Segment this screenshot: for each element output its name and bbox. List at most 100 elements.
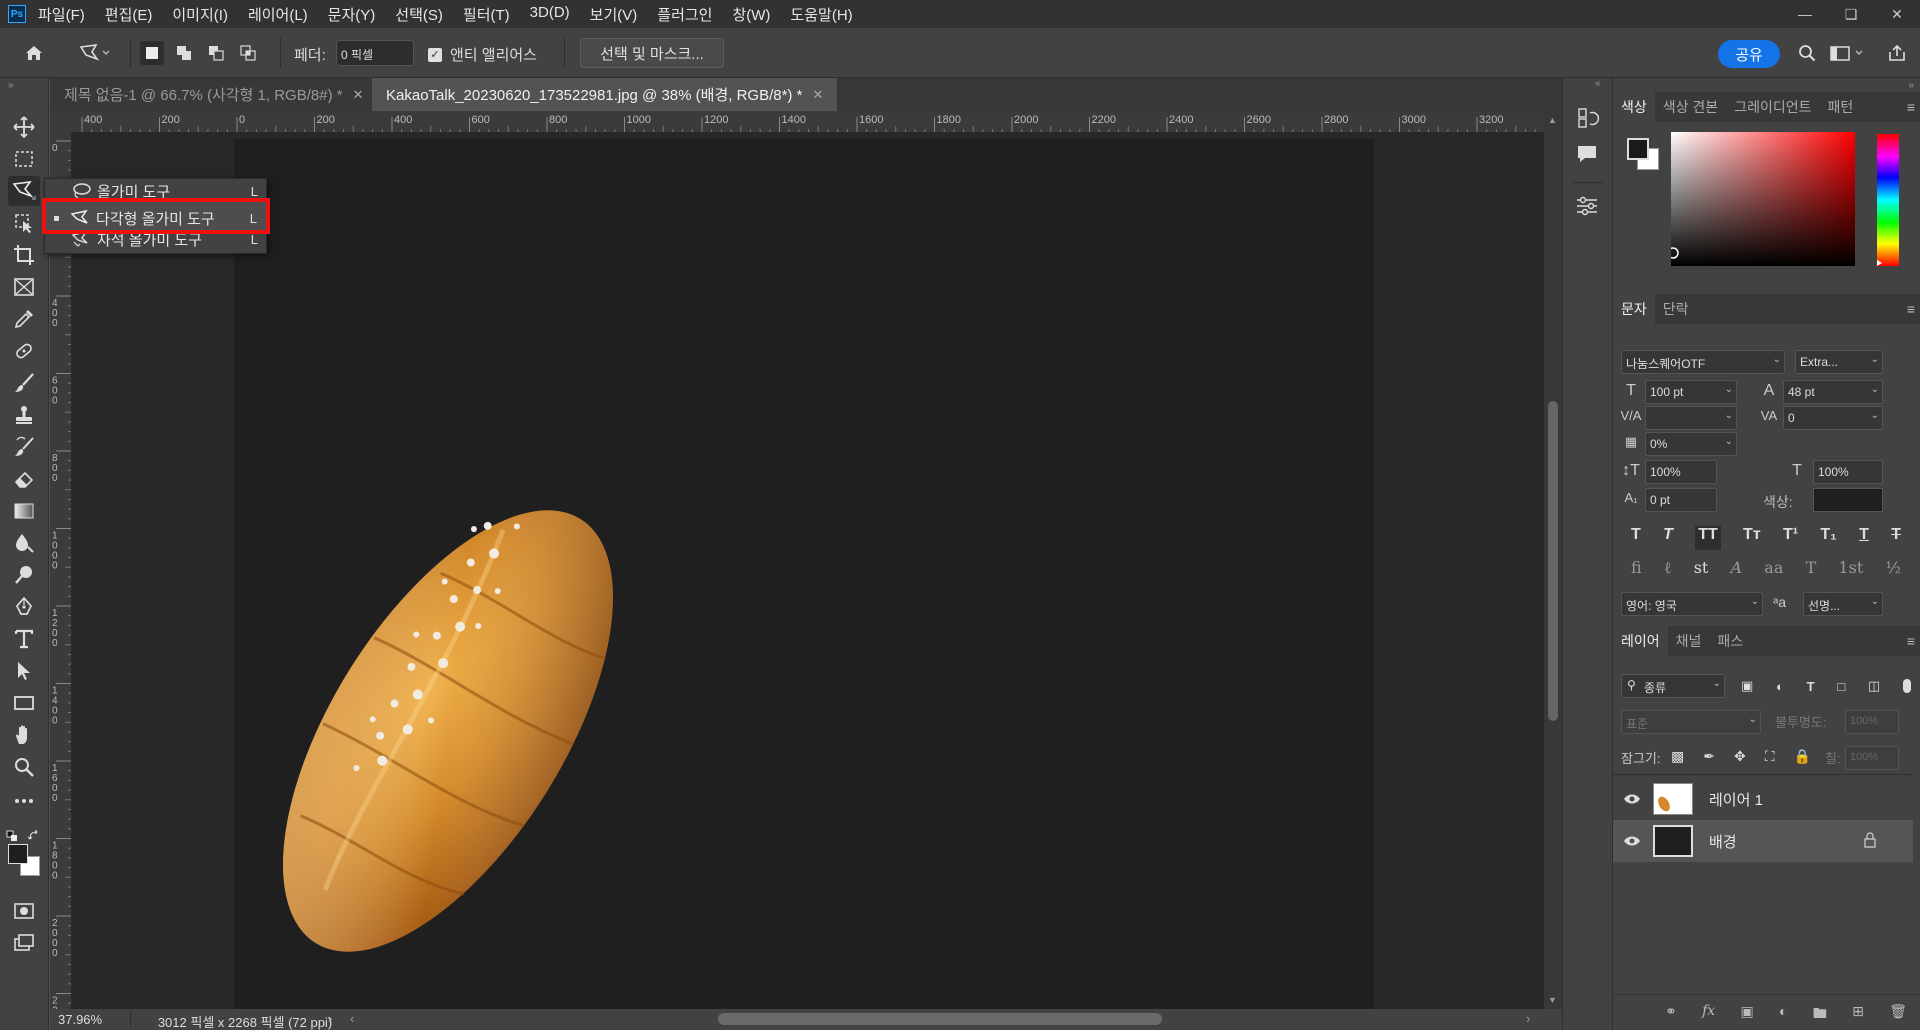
menu-item[interactable]: 플러그인 <box>657 4 712 25</box>
panel-collapse-icon[interactable]: » <box>1908 80 1914 91</box>
move-tool-icon[interactable] <box>8 112 40 142</box>
tracking-field[interactable]: 0 ⌄ <box>1783 406 1883 430</box>
layer-style-icon[interactable]: fx <box>1702 1003 1715 1027</box>
subtract-from-selection-icon[interactable] <box>204 41 228 65</box>
tab-untitled-1[interactable]: 제목 없음-1 @ 66.7% (사각형 1, RGB/8#) * ✕ <box>50 78 378 111</box>
panel-menu-icon[interactable]: ≡ <box>1907 99 1915 115</box>
eyedropper-tool-icon[interactable] <box>8 304 40 334</box>
canvas-area[interactable] <box>72 133 1544 1009</box>
font-size-field[interactable]: 100 pt ⌄ <box>1645 380 1737 404</box>
menu-item[interactable]: 문자(Y) <box>328 4 376 25</box>
font-family-select[interactable]: 나눔스퀘어OTF ⌄ <box>1621 350 1785 374</box>
pen-tool-icon[interactable] <box>8 592 40 622</box>
underline-icon[interactable]: T <box>1859 526 1869 550</box>
subscript-icon[interactable]: T₁ <box>1820 526 1836 550</box>
screen-mode-icon[interactable] <box>8 928 40 958</box>
more-tools-icon[interactable] <box>8 786 40 816</box>
stylistic-alternates-icon[interactable]: aa <box>1764 558 1783 582</box>
ordinals-icon[interactable]: 1st <box>1838 558 1863 582</box>
hue-slider[interactable] <box>1877 134 1899 266</box>
color-swatches[interactable] <box>8 844 42 878</box>
leading-field[interactable]: 48 pt ⌄ <box>1783 380 1883 404</box>
blend-mode-select[interactable]: 표준 ⌄ <box>1621 710 1761 734</box>
visibility-eye-icon[interactable] <box>1623 835 1641 847</box>
tab-close-icon[interactable]: ✕ <box>812 87 823 103</box>
filter-type-icon[interactable]: T <box>1807 679 1815 694</box>
tab-color[interactable]: 색상 <box>1613 92 1655 122</box>
quick-mask-icon[interactable] <box>8 896 40 926</box>
scroll-right-icon[interactable]: › <box>1526 1011 1530 1026</box>
scroll-down-icon[interactable]: ▼ <box>1548 995 1557 1005</box>
menu-item[interactable]: 도움말(H) <box>790 4 852 25</box>
add-to-selection-icon[interactable] <box>172 41 196 65</box>
filter-smart-object-icon[interactable]: ◫ <box>1868 678 1880 694</box>
layer-row-background[interactable]: 배경 <box>1613 820 1913 862</box>
vertical-scroll-thumb[interactable] <box>1548 401 1558 721</box>
status-menu-arrow-icon[interactable]: › <box>328 1011 332 1026</box>
ligatures-icon[interactable]: fi <box>1631 558 1642 582</box>
minimize-icon[interactable]: — <box>1782 0 1828 28</box>
superscript-icon[interactable]: T¹ <box>1783 526 1798 550</box>
menu-item[interactable]: 편집(E) <box>105 4 153 25</box>
tab-swatches[interactable]: 색상 견본 <box>1655 97 1726 117</box>
menu-item[interactable]: 3D(D) <box>530 4 570 25</box>
collapse-arrows-icon[interactable]: » <box>8 80 14 91</box>
horizontal-scale-field[interactable]: 100% <box>1813 460 1883 484</box>
add-mask-icon[interactable]: ▣ <box>1740 1003 1753 1027</box>
opacity-field[interactable]: 100% <box>1845 710 1899 734</box>
color-field[interactable] <box>1671 132 1855 266</box>
home-icon[interactable] <box>20 40 48 66</box>
healing-brush-tool-icon[interactable] <box>8 336 40 366</box>
layer-row-layer-1[interactable]: 레이어 1 <box>1613 778 1913 820</box>
foreground-color-swatch[interactable] <box>8 844 28 864</box>
menu-item[interactable]: 선택(S) <box>395 4 443 25</box>
feather-input[interactable]: 0 픽셀 <box>336 40 414 66</box>
intersect-selection-icon[interactable] <box>236 41 260 65</box>
tab-paths[interactable]: 패스 <box>1709 631 1751 651</box>
zoom-level[interactable]: 37.96% <box>58 1012 102 1027</box>
tab-paragraph[interactable]: 단락 <box>1655 299 1697 319</box>
tab-gradients[interactable]: 그레이디언트 <box>1726 97 1819 117</box>
filter-pixel-icon[interactable]: ▣ <box>1741 678 1753 694</box>
type-tool-icon[interactable] <box>8 624 40 654</box>
anti-alias-method-select[interactable]: 선명... ⌄ <box>1803 592 1883 616</box>
lock-icon[interactable] <box>1863 832 1877 848</box>
menu-item[interactable]: 보기(V) <box>590 4 638 25</box>
tool-preset-picker[interactable] <box>74 40 116 66</box>
scroll-up-icon[interactable]: ▲ <box>1548 115 1557 125</box>
new-layer-icon[interactable]: ⊞ <box>1852 1003 1864 1027</box>
polygonal-lasso-tool-item[interactable]: 다각형 올가미 도구 L <box>42 198 270 234</box>
swash-icon[interactable]: A <box>1731 558 1743 582</box>
filter-toggle-icon[interactable] <box>1902 679 1911 693</box>
menu-item[interactable]: 필터(T) <box>463 4 510 25</box>
fill-field[interactable]: 100% <box>1845 746 1899 770</box>
link-layers-icon[interactable]: ⚭ <box>1665 1003 1677 1027</box>
font-style-select[interactable]: Extra... ⌄ <box>1795 350 1883 374</box>
dock-expand-icon[interactable]: « <box>1595 78 1601 89</box>
delete-layer-icon[interactable]: 🗑 <box>1889 1003 1907 1027</box>
text-color-swatch[interactable] <box>1813 488 1883 512</box>
dodge-tool-icon[interactable] <box>8 560 40 590</box>
marquee-tool-icon[interactable] <box>8 144 40 174</box>
close-icon[interactable]: ✕ <box>1874 0 1920 28</box>
restore-icon[interactable]: ❏ <box>1828 0 1874 28</box>
swap-colors-icon[interactable] <box>28 830 40 842</box>
tsume-field[interactable]: 0% ⌄ <box>1645 432 1737 456</box>
filter-shape-icon[interactable]: □ <box>1837 679 1845 694</box>
document-info[interactable]: 3012 픽셀 x 2268 픽셀 (72 ppi) <box>130 1012 360 1030</box>
lock-transparent-icon[interactable]: ▩ <box>1671 748 1684 765</box>
tab-character[interactable]: 문자 <box>1613 294 1655 324</box>
properties-panel-icon[interactable] <box>1573 192 1601 220</box>
small-caps-icon[interactable]: Tᴛ <box>1743 526 1761 550</box>
clone-stamp-tool-icon[interactable] <box>8 400 40 430</box>
vertical-scale-field[interactable]: 100% <box>1645 460 1717 484</box>
rectangle-tool-icon[interactable] <box>8 688 40 718</box>
visibility-eye-icon[interactable] <box>1623 793 1641 805</box>
eraser-tool-icon[interactable] <box>8 464 40 494</box>
filter-adjustment-icon[interactable]: ◐ <box>1776 679 1784 694</box>
menu-item[interactable]: 이미지(I) <box>172 4 228 25</box>
language-select[interactable]: 영어: 영국 ⌄ <box>1621 592 1763 616</box>
new-group-icon[interactable]: 🖿 <box>1813 1003 1827 1027</box>
path-selection-tool-icon[interactable] <box>8 656 40 686</box>
history-panel-icon[interactable] <box>1573 104 1601 132</box>
